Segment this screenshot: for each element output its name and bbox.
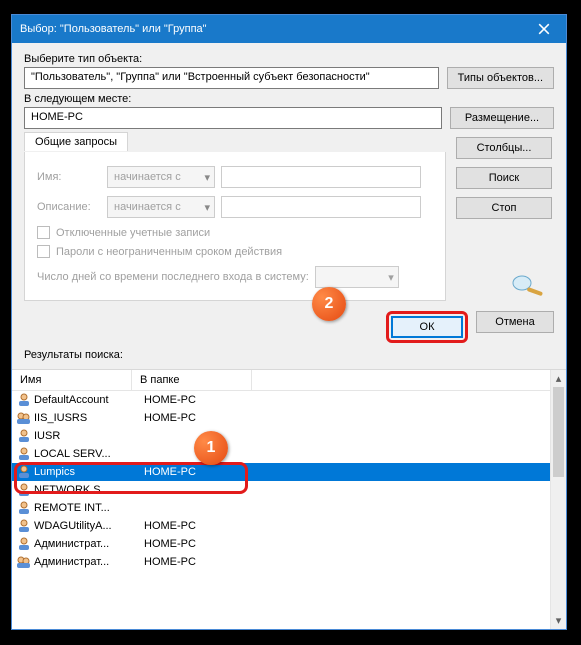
group-icon	[16, 411, 32, 425]
results-list[interactable]: Имя В папке 1 DefaultAccountHOME-PCIIS_I…	[12, 369, 566, 629]
ok-button[interactable]: ОК	[391, 316, 463, 338]
row-name: Администрат...	[34, 556, 144, 568]
object-type-label: Выберите тип объекта:	[24, 53, 554, 65]
table-row[interactable]: NETWORK S...	[12, 481, 566, 499]
disabled-accounts-label: Отключенные учетные записи	[56, 227, 210, 239]
row-folder: HOME-PC	[144, 412, 264, 424]
close-button[interactable]	[522, 15, 566, 43]
stop-button[interactable]: Стоп	[456, 197, 552, 219]
row-folder: HOME-PC	[144, 394, 264, 406]
window-title: Выбор: "Пользователь" или "Группа"	[20, 23, 522, 35]
table-row[interactable]: DefaultAccountHOME-PC	[12, 391, 566, 409]
table-row[interactable]: REMOTE INT...	[12, 499, 566, 517]
row-name: IUSR	[34, 430, 144, 442]
callout-highlight-ok: ОК	[386, 311, 468, 343]
user-icon	[16, 501, 32, 515]
row-folder: HOME-PC	[144, 538, 264, 550]
row-name: IIS_IUSRS	[34, 412, 144, 424]
nonexpiring-pwd-label: Пароли с неограниченным сроком действия	[56, 246, 282, 258]
desc-filter-label: Описание:	[37, 201, 101, 213]
table-row[interactable]: IIS_IUSRSHOME-PC	[12, 409, 566, 427]
table-row[interactable]: IUSR	[12, 427, 566, 445]
callout-badge-1: 1	[194, 431, 228, 465]
disabled-accounts-checkbox[interactable]	[37, 226, 50, 239]
location-field[interactable]: HOME-PC	[24, 107, 442, 129]
table-row[interactable]: WDAGUtilityA...HOME-PC	[12, 517, 566, 535]
cancel-button[interactable]: Отмена	[476, 311, 554, 333]
object-type-field[interactable]: "Пользователь", "Группа" или "Встроенный…	[24, 67, 439, 89]
table-row[interactable]: LumpicsHOME-PC	[12, 463, 566, 481]
scrollbar-thumb[interactable]	[553, 387, 564, 477]
search-icon	[508, 273, 550, 299]
user-icon	[16, 537, 32, 551]
name-filter-input[interactable]	[221, 166, 421, 188]
row-name: Lumpics	[34, 466, 144, 478]
table-row[interactable]: Администрат...HOME-PC	[12, 553, 566, 571]
chevron-down-icon: ▾	[388, 271, 394, 284]
row-folder: HOME-PC	[144, 556, 264, 568]
user-icon	[16, 519, 32, 533]
user-icon	[16, 465, 32, 479]
row-folder: HOME-PC	[144, 466, 264, 478]
row-name: Администрат...	[34, 538, 144, 550]
days-since-login-combo[interactable]: ▾	[315, 266, 399, 288]
name-filter-combo[interactable]: начинается с ▾	[107, 166, 215, 188]
row-folder: HOME-PC	[144, 520, 264, 532]
user-icon	[16, 447, 32, 461]
days-since-login-label: Число дней со времени последнего входа в…	[37, 271, 309, 283]
group-icon	[16, 555, 32, 569]
results-header[interactable]: Имя В папке	[12, 370, 566, 391]
row-name: DefaultAccount	[34, 394, 144, 406]
find-button[interactable]: Поиск	[456, 167, 552, 189]
user-icon	[16, 483, 32, 497]
dialog-window: Выбор: "Пользователь" или "Группа" Выбер…	[11, 14, 567, 630]
desc-filter-input[interactable]	[221, 196, 421, 218]
dialog-body: Выберите тип объекта: "Пользователь", "Г…	[12, 43, 566, 369]
table-row[interactable]: Администрат...HOME-PC	[12, 535, 566, 553]
columns-button[interactable]: Столбцы...	[456, 137, 552, 159]
column-header-folder[interactable]: В папке	[132, 370, 252, 390]
user-icon	[16, 429, 32, 443]
results-label: Результаты поиска:	[24, 349, 554, 365]
row-name: WDAGUtilityA...	[34, 520, 144, 532]
object-types-button[interactable]: Типы объектов...	[447, 67, 554, 89]
table-row[interactable]: LOCAL SERV...	[12, 445, 566, 463]
chevron-down-icon: ▾	[204, 201, 210, 214]
desc-filter-combo[interactable]: начинается с ▾	[107, 196, 215, 218]
close-icon	[538, 23, 550, 35]
column-header-name[interactable]: Имя	[12, 370, 132, 390]
callout-badge-2: 2	[312, 287, 346, 321]
name-filter-label: Имя:	[37, 171, 101, 183]
scroll-down-arrow-icon[interactable]: ▾	[551, 612, 566, 629]
row-name: LOCAL SERV...	[34, 448, 144, 460]
chevron-down-icon: ▾	[204, 171, 210, 184]
user-icon	[16, 393, 32, 407]
row-name: REMOTE INT...	[34, 502, 144, 514]
row-name: NETWORK S...	[34, 484, 144, 496]
locations-button[interactable]: Размещение...	[450, 107, 554, 129]
titlebar[interactable]: Выбор: "Пользователь" или "Группа"	[12, 15, 566, 43]
scroll-up-arrow-icon[interactable]: ▴	[551, 370, 566, 387]
nonexpiring-pwd-checkbox[interactable]	[37, 245, 50, 258]
vertical-scrollbar[interactable]: ▴ ▾	[550, 370, 566, 629]
location-label: В следующем месте:	[24, 93, 554, 105]
queries-panel: Имя: начинается с ▾ Описание: начинается…	[24, 152, 446, 301]
tab-common-queries[interactable]: Общие запросы	[24, 132, 128, 151]
